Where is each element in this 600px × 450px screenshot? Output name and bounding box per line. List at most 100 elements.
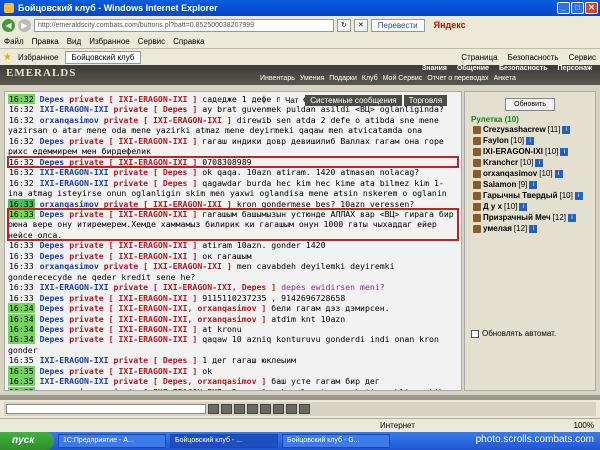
info-icon[interactable]: i <box>519 202 528 211</box>
nav-communication[interactable]: Общение <box>457 65 489 72</box>
browser-tab[interactable]: Бойцовский клуб <box>64 50 142 64</box>
tab-trade[interactable]: Торговля <box>403 95 448 106</box>
filter-icon[interactable] <box>247 404 258 414</box>
user-list-item[interactable]: Гарычны Твердый [10] i <box>473 190 593 201</box>
message-private-tag[interactable]: private [ IXI-ERAGON-IXI, orxanqasimov ] <box>69 303 266 313</box>
nav-security[interactable]: Безопасность <box>499 65 548 72</box>
message-private-tag[interactable]: private [ IXI-ERAGON-IXI ] <box>69 240 197 250</box>
auto-update-option[interactable]: Обновлять автомат. <box>471 329 556 338</box>
message-nick[interactable]: Depes <box>40 366 65 376</box>
scroll-icon[interactable] <box>286 404 297 414</box>
message-private-tag[interactable]: private [ Depes ] <box>114 355 198 365</box>
message-private-tag[interactable]: private [ Depes, orxanqasimov ] <box>114 376 267 386</box>
message-private-tag[interactable]: private [ IXI-ERAGON-IXI, orxanqasimov ] <box>69 314 266 324</box>
message-nick[interactable]: IXI-ERAGON-IXI <box>40 167 109 177</box>
user-name[interactable]: Salamon <box>483 180 516 189</box>
user-list-item[interactable]: orxanqasimov [10] i <box>473 168 593 179</box>
user-list-item[interactable]: Kranchcr [10] i <box>473 157 593 168</box>
close-button[interactable]: ✕ <box>585 2 598 14</box>
menu-favorites[interactable]: Избранное <box>89 37 130 46</box>
menu-tools[interactable]: Сервис <box>138 37 165 46</box>
taskbar-item-1c[interactable]: 1С:Предприятие - А... <box>58 434 166 448</box>
clear-icon[interactable] <box>234 404 245 414</box>
message-nick[interactable]: Depes <box>40 251 65 261</box>
message-private-tag[interactable]: private [ IXI-ERAGON-IXI ] <box>104 261 232 271</box>
subnav-my-service[interactable]: Мой Сервис <box>383 75 423 82</box>
info-icon[interactable]: i <box>574 191 583 200</box>
send-icon[interactable] <box>208 404 219 414</box>
tab-system-messages[interactable]: Системные сообщения <box>305 95 402 106</box>
message-nick[interactable]: IXI-ERAGON-IXI <box>40 376 109 386</box>
stop-button[interactable]: ✕ <box>353 18 368 32</box>
user-name[interactable]: orxanqasimov <box>483 169 537 178</box>
chat-log[interactable]: 16:32 Depes private [ IXI-ERAGON-IXI ] с… <box>4 91 462 391</box>
yandex-search[interactable]: Яндекс <box>434 20 466 30</box>
zoom-level[interactable]: 100% <box>574 421 594 430</box>
user-name[interactable]: умелая <box>483 224 512 233</box>
message-private-tag[interactable]: private [ IXI-ERAGON-IXI, Depes ] <box>104 387 267 390</box>
user-name[interactable]: Crezysashacrew <box>483 125 546 134</box>
user-list-item[interactable]: умелая [12] i <box>473 223 593 234</box>
subnav-profile[interactable]: Анкета <box>494 75 516 82</box>
smile-icon[interactable] <box>221 404 232 414</box>
info-icon[interactable]: i <box>535 158 544 167</box>
message-nick[interactable]: Depes <box>40 324 65 334</box>
message-nick[interactable]: Depes <box>40 136 65 146</box>
message-private-tag[interactable]: private [ IXI-ERAGON-IXI ] <box>69 94 197 104</box>
message-private-tag[interactable]: private [ IXI-ERAGON-IXI ] <box>104 115 232 125</box>
user-list-item[interactable]: Призрачный Меч [12] i <box>473 212 593 223</box>
message-nick[interactable]: Depes <box>40 293 65 303</box>
menu-help[interactable]: Справка <box>173 37 204 46</box>
user-name[interactable]: Гарычны Твердый <box>483 191 558 200</box>
info-icon[interactable]: i <box>526 136 535 145</box>
info-icon[interactable]: i <box>554 169 563 178</box>
message-private-tag[interactable]: private [ IXI-ERAGON-IXI, Depes ] <box>114 282 277 292</box>
start-button[interactable]: пуск <box>0 432 54 450</box>
translate-button[interactable]: Перевести <box>370 18 425 32</box>
message-private-tag[interactable]: private [ IXI-ERAGON-IXI ] <box>69 136 197 146</box>
message-nick[interactable]: Depes <box>40 94 65 104</box>
message-nick[interactable]: Depes <box>40 157 65 167</box>
tools-menu[interactable]: Сервис <box>569 53 596 62</box>
user-list-item[interactable]: Д у х [10] i <box>473 201 593 212</box>
message-private-tag[interactable]: private [ IXI-ERAGON-IXI ] <box>69 324 197 334</box>
user-name[interactable]: Faylon <box>483 136 509 145</box>
message-nick[interactable]: IXI-ERAGON-IXI <box>40 104 109 114</box>
message-nick[interactable]: orxanqasimov <box>40 387 99 390</box>
message-nick[interactable]: orxanqasimov <box>40 261 99 271</box>
menu-edit[interactable]: Правка <box>32 37 59 46</box>
nav-character[interactable]: Персонаж <box>558 65 592 72</box>
favorites-star-icon[interactable]: ★ <box>3 52 12 63</box>
message-nick[interactable]: Depes <box>40 303 65 313</box>
subnav-skills[interactable]: Умения <box>300 75 324 82</box>
menu-view[interactable]: Вид <box>67 37 81 46</box>
message-nick[interactable]: orxanqasimov <box>40 199 99 209</box>
info-icon[interactable]: i <box>529 180 538 189</box>
favorites-label[interactable]: Избранное <box>18 53 59 62</box>
auto-update-checkbox[interactable] <box>471 329 479 338</box>
user-list-item[interactable]: Crezysashacrew [11] i <box>473 124 593 135</box>
info-icon[interactable]: i <box>560 147 569 156</box>
message-nick[interactable]: IXI-ERAGON-IXI <box>40 282 109 292</box>
url-field[interactable]: http://emeraldscity.combats.com/buttons.… <box>34 18 334 32</box>
exit-icon[interactable] <box>299 404 310 414</box>
message-private-tag[interactable]: private [ Depes ] <box>114 104 198 114</box>
message-nick[interactable]: Depes <box>40 209 65 219</box>
message-nick[interactable]: orxanqasimov <box>40 115 99 125</box>
taskbar-item-combats-1[interactable]: Бойцовский клуб - ... <box>170 434 278 448</box>
message-nick[interactable]: Depes <box>40 334 65 344</box>
user-name[interactable]: Призрачный Меч <box>483 213 551 222</box>
message-nick[interactable]: Depes <box>40 314 65 324</box>
user-name[interactable]: Д у х <box>483 202 502 211</box>
user-name[interactable]: Kranchcr <box>483 158 518 167</box>
maximize-button[interactable]: □ <box>571 2 584 14</box>
message-private-tag[interactable]: private [ IXI-ERAGON-IXI ] <box>69 293 197 303</box>
subnav-gifts[interactable]: Подарки <box>329 75 357 82</box>
message-nick[interactable]: Depes <box>40 240 65 250</box>
user-list-item[interactable]: Salamon [9] i <box>473 179 593 190</box>
translit-icon[interactable] <box>273 404 284 414</box>
message-private-tag[interactable]: private [ IXI-ERAGON-IXI ] <box>69 209 197 219</box>
refresh-button[interactable]: Обновить <box>505 98 555 111</box>
nav-knowledge[interactable]: Знания <box>422 65 447 72</box>
message-private-tag[interactable]: private [ IXI-ERAGON-IXI ] <box>69 157 197 167</box>
